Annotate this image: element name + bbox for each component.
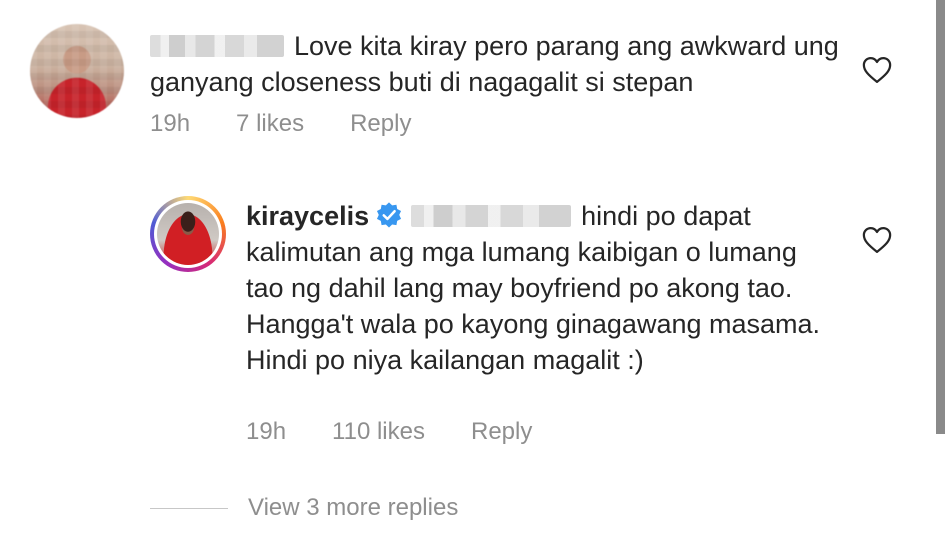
main-comment-time: 19h — [150, 110, 191, 137]
view-more-divider — [150, 507, 228, 509]
reply-comment-likes[interactable]: 110 likes — [332, 418, 425, 446]
replier-username[interactable]: kiraycelis — [246, 201, 369, 231]
main-comment-reply-button[interactable]: Reply — [350, 110, 411, 138]
view-more-replies-button[interactable]: View 3 more replies — [150, 494, 458, 522]
comment-thread: Love kita kiray pero parang ang awkward … — [0, 0, 945, 553]
main-comment-body: Love kita kiray pero parang ang awkward … — [150, 28, 840, 100]
reply-comment-time: 19h — [246, 418, 287, 445]
reply-comment-meta: 19h 110 likes Reply — [246, 418, 532, 446]
heart-outline-icon[interactable] — [862, 226, 892, 254]
scrollbar[interactable] — [936, 0, 945, 434]
heart-outline-icon[interactable] — [862, 56, 892, 84]
commenter-avatar[interactable] — [30, 24, 124, 118]
view-more-replies-label: View 3 more replies — [248, 494, 459, 521]
reply-comment-reply-button[interactable]: Reply — [471, 418, 532, 446]
mentioned-username-blurred[interactable] — [411, 205, 572, 227]
verified-badge-icon — [377, 202, 402, 228]
main-comment-likes[interactable]: 7 likes — [236, 110, 304, 138]
replier-avatar[interactable] — [150, 196, 226, 272]
main-comment-meta: 19h 7 likes Reply — [150, 110, 411, 138]
reply-comment-body: kiraycelis hindi po dapat kalimutan ang … — [246, 198, 826, 378]
commenter-username-blurred[interactable] — [150, 35, 284, 57]
